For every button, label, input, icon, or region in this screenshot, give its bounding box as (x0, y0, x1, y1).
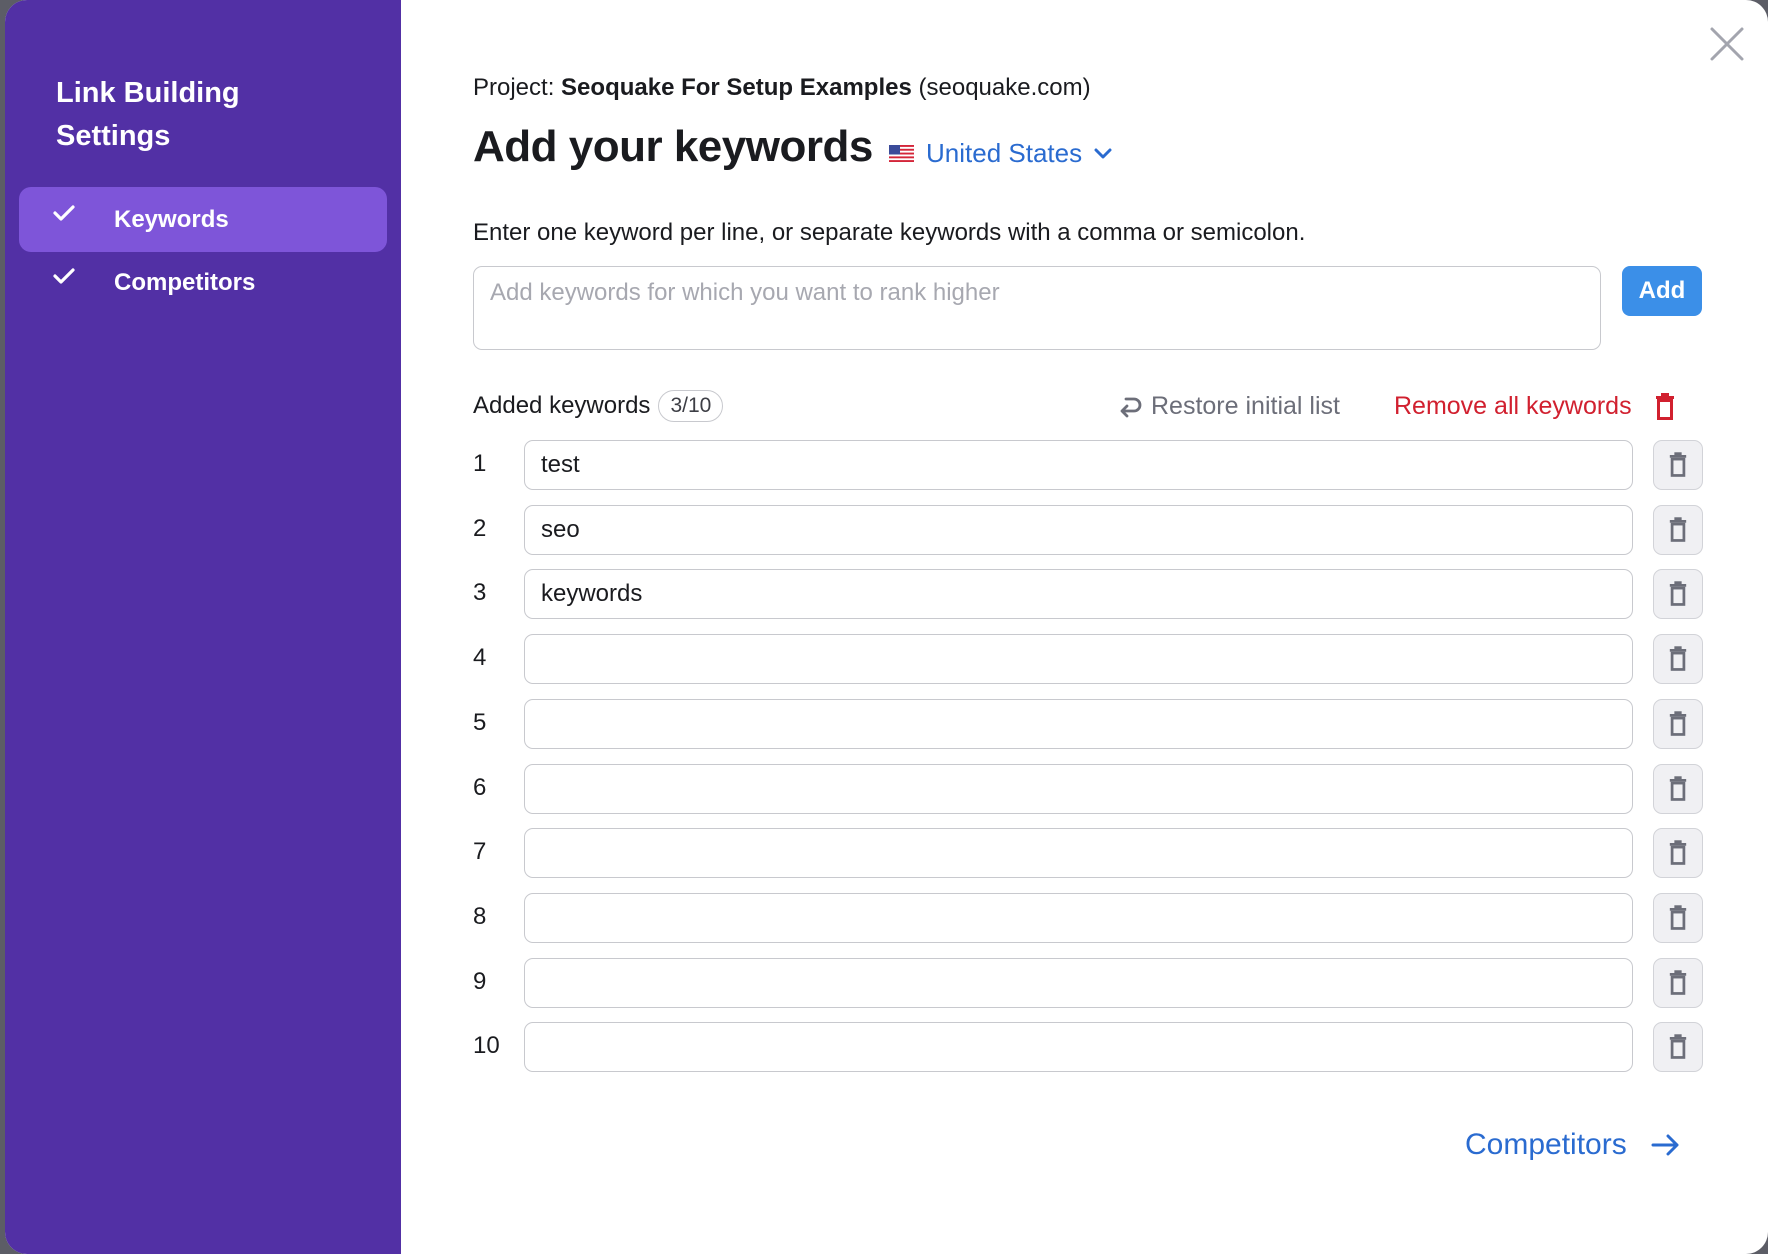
sidebar-item-competitors[interactable]: Competitors (19, 250, 387, 315)
trash-icon (1669, 452, 1687, 477)
restore-initial-list-button[interactable]: Restore initial list (1117, 392, 1340, 421)
arrow-right-icon (1651, 1134, 1679, 1156)
delete-keyword-button[interactable] (1653, 892, 1703, 943)
remove-all-keywords-button[interactable]: Remove all keywords (1394, 392, 1676, 421)
sidebar-title: Link Building Settings (56, 77, 240, 152)
delete-keyword-button[interactable] (1653, 957, 1703, 1008)
keyword-input[interactable] (524, 698, 1633, 749)
check-icon (52, 203, 78, 229)
keyword-row: 8 (473, 892, 1703, 943)
project-domain: (seoquake.com) (918, 74, 1091, 101)
row-number: 2 (473, 514, 487, 542)
trash-icon (1655, 392, 1674, 420)
added-keywords-label: Added keywords (473, 392, 651, 419)
row-number: 4 (473, 644, 487, 672)
main-panel: Project: Seoquake For Setup Examples (se… (401, 0, 1768, 1254)
row-number: 10 (473, 1032, 500, 1060)
keyword-input[interactable] (524, 440, 1633, 490)
keyword-row: 9 (473, 957, 1703, 1008)
trash-icon (1669, 905, 1687, 930)
keyword-row: 2 (473, 504, 1703, 555)
row-number: 9 (473, 967, 487, 995)
page-title: Add your keywords (473, 122, 873, 171)
keyword-input[interactable] (524, 634, 1633, 685)
trash-icon (1669, 711, 1687, 736)
keyword-row: 4 (473, 634, 1703, 685)
delete-keyword-button[interactable] (1653, 1022, 1703, 1073)
row-number: 3 (473, 579, 487, 607)
country-selector[interactable]: United States (889, 138, 1112, 169)
remove-all-label: Remove all keywords (1394, 392, 1632, 420)
keyword-input[interactable] (524, 569, 1633, 620)
trash-icon (1669, 516, 1687, 542)
trash-icon (1669, 646, 1687, 671)
keyword-input[interactable] (524, 892, 1633, 943)
keyword-input[interactable] (524, 957, 1633, 1008)
sidebar-item-label: Competitors (114, 268, 256, 296)
country-label: United States (926, 138, 1083, 168)
trash-icon (1669, 775, 1687, 801)
row-number: 1 (473, 450, 487, 477)
close-button[interactable] (1709, 26, 1745, 62)
keyword-row: 7 (473, 828, 1703, 879)
next-competitors-link[interactable]: Competitors (1465, 1128, 1681, 1162)
trash-icon (1669, 1034, 1687, 1060)
keyword-row: 10 (473, 1022, 1703, 1073)
sidebar: Link Building Settings Keywords Competit… (5, 0, 401, 1254)
delete-keyword-button[interactable] (1653, 698, 1703, 749)
delete-keyword-button[interactable] (1653, 569, 1703, 620)
trash-icon (1669, 581, 1687, 607)
check-icon (52, 266, 78, 292)
project-line: Project: Seoquake For Setup Examples (se… (473, 74, 1091, 102)
project-name: Seoquake For Setup Examples (561, 74, 912, 101)
keyword-count-badge: 3/10 (658, 390, 724, 422)
input-hint: Enter one keyword per line, or separate … (473, 219, 1306, 246)
delete-keyword-button[interactable] (1653, 440, 1703, 490)
delete-keyword-button[interactable] (1653, 634, 1703, 685)
add-button[interactable]: Add (1622, 266, 1702, 316)
delete-keyword-button[interactable] (1653, 828, 1703, 879)
sidebar-item-label: Keywords (114, 205, 229, 233)
keyword-row: 6 (473, 763, 1703, 814)
sidebar-item-keywords[interactable]: Keywords (19, 187, 387, 252)
trash-icon (1669, 840, 1687, 866)
added-keywords-header: Added keywords 3/10 (473, 390, 724, 422)
close-icon (1710, 27, 1744, 61)
row-number: 8 (473, 902, 487, 930)
trash-icon (1669, 969, 1687, 995)
keyword-row: 5 (473, 698, 1703, 749)
row-number: 7 (473, 838, 487, 866)
delete-keyword-button[interactable] (1653, 763, 1703, 814)
project-prefix: Project: (473, 74, 555, 101)
us-flag-icon (889, 145, 914, 162)
keyword-input[interactable] (524, 1022, 1633, 1073)
keyword-row: 3 (473, 569, 1703, 620)
chevron-down-icon (1094, 148, 1112, 158)
keyword-input[interactable] (524, 828, 1633, 879)
row-number: 5 (473, 708, 487, 736)
keywords-textarea[interactable] (473, 266, 1601, 350)
row-number: 6 (473, 773, 487, 801)
restore-label: Restore initial list (1151, 392, 1340, 420)
keyword-input[interactable] (524, 763, 1633, 814)
keyword-row: 1 (473, 440, 1703, 490)
settings-modal: Link Building Settings Keywords Competit… (5, 0, 1768, 1254)
next-label: Competitors (1465, 1128, 1627, 1161)
keyword-input[interactable] (524, 504, 1633, 555)
delete-keyword-button[interactable] (1653, 504, 1703, 555)
restore-icon (1120, 397, 1142, 417)
